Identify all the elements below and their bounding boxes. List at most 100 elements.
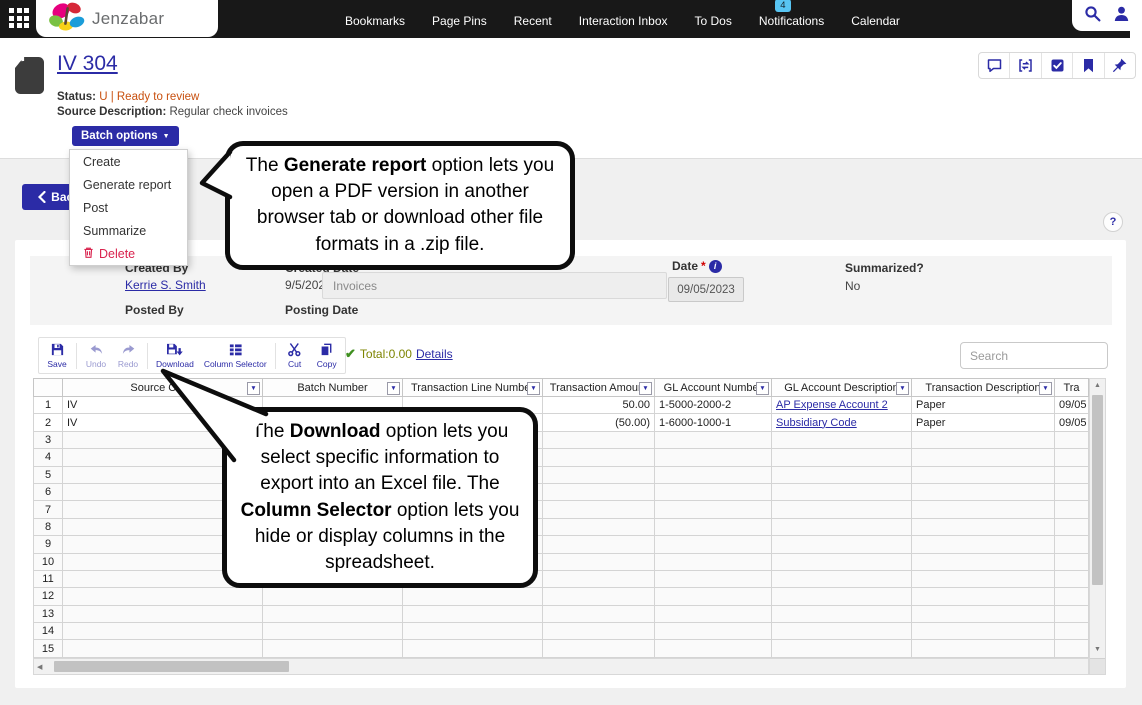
table-cell[interactable]: [1055, 640, 1089, 657]
filter-icon[interactable]: [247, 382, 260, 395]
table-cell[interactable]: [543, 588, 655, 605]
table-cell[interactable]: [772, 432, 912, 449]
row-number-cell[interactable]: 1: [33, 397, 63, 414]
table-cell[interactable]: [1055, 588, 1089, 605]
table-cell[interactable]: [912, 536, 1055, 553]
table-cell[interactable]: 09/05: [1055, 414, 1089, 431]
table-cell[interactable]: [543, 432, 655, 449]
save-button[interactable]: Save: [41, 340, 73, 371]
horizontal-scrollbar[interactable]: ◀: [33, 658, 1089, 675]
table-cell[interactable]: [655, 501, 772, 518]
nav-recent[interactable]: Recent: [514, 10, 552, 28]
column-header[interactable]: [33, 378, 63, 397]
comment-icon[interactable]: [979, 53, 1009, 78]
menu-item-generate-report[interactable]: Generate report: [70, 173, 187, 196]
table-cell[interactable]: [263, 623, 403, 640]
gl-account-link[interactable]: AP Expense Account 2: [776, 399, 888, 411]
table-cell[interactable]: [1055, 571, 1089, 588]
gl-account-link[interactable]: Subsidiary Code: [776, 417, 857, 429]
table-cell[interactable]: [1055, 623, 1089, 640]
table-cell[interactable]: [772, 484, 912, 501]
table-cell[interactable]: [63, 588, 263, 605]
table-cell[interactable]: [912, 519, 1055, 536]
row-number-cell[interactable]: 2: [33, 414, 63, 431]
table-cell[interactable]: [912, 449, 1055, 466]
table-cell[interactable]: [543, 606, 655, 623]
table-cell[interactable]: [655, 606, 772, 623]
scroll-up-icon[interactable]: ▲: [1090, 382, 1105, 389]
batch-options-button[interactable]: Batch options▼: [72, 126, 179, 146]
app-launcher-icon[interactable]: [9, 8, 31, 30]
table-cell[interactable]: [543, 571, 655, 588]
row-number-cell[interactable]: 6: [33, 484, 63, 501]
table-cell[interactable]: [772, 449, 912, 466]
table-cell[interactable]: [543, 519, 655, 536]
table-cell[interactable]: [403, 640, 543, 657]
table-cell[interactable]: 09/05: [1055, 397, 1089, 414]
table-cell[interactable]: [655, 467, 772, 484]
menu-item-summarize[interactable]: Summarize: [70, 219, 187, 242]
table-cell[interactable]: [63, 606, 263, 623]
row-number-cell[interactable]: 13: [33, 606, 63, 623]
menu-item-create[interactable]: Create: [70, 150, 187, 173]
undo-button[interactable]: Undo: [80, 340, 112, 371]
details-link[interactable]: Details: [416, 347, 453, 361]
bookmark-icon[interactable]: [1072, 53, 1103, 78]
column-header[interactable]: Transaction Line Number: [403, 378, 543, 397]
table-cell[interactable]: Paper: [912, 397, 1055, 414]
scroll-down-icon[interactable]: ▼: [1090, 646, 1105, 653]
row-number-cell[interactable]: 10: [33, 554, 63, 571]
table-cell[interactable]: [1055, 432, 1089, 449]
table-cell[interactable]: [772, 519, 912, 536]
scroll-left-icon[interactable]: ◀: [37, 663, 42, 671]
menu-item-post[interactable]: Post: [70, 196, 187, 219]
table-cell[interactable]: [655, 432, 772, 449]
redo-button[interactable]: Redo: [112, 340, 144, 371]
user-profile-icon[interactable]: [1113, 5, 1130, 27]
row-number-cell[interactable]: 12: [33, 588, 63, 605]
table-cell[interactable]: [1055, 554, 1089, 571]
table-cell[interactable]: [1055, 536, 1089, 553]
table-cell[interactable]: [655, 623, 772, 640]
interactions-icon[interactable]: [1009, 53, 1040, 78]
download-button[interactable]: Download: [151, 340, 199, 371]
table-cell[interactable]: [912, 467, 1055, 484]
table-cell[interactable]: [1055, 606, 1089, 623]
table-cell[interactable]: [543, 640, 655, 657]
brand-logo-tab[interactable]: Jenzabar: [36, 0, 218, 37]
table-cell[interactable]: [912, 623, 1055, 640]
table-cell[interactable]: 1-5000-2000-2: [655, 397, 772, 414]
filter-icon[interactable]: [756, 382, 769, 395]
table-cell[interactable]: [543, 449, 655, 466]
table-cell[interactable]: [772, 536, 912, 553]
grid-search-input[interactable]: [960, 342, 1108, 369]
created-by-link[interactable]: Kerrie S. Smith: [125, 278, 206, 292]
table-cell[interactable]: [772, 623, 912, 640]
table-cell[interactable]: (50.00): [543, 414, 655, 431]
nav-bookmarks[interactable]: Bookmarks: [345, 10, 405, 28]
table-cell[interactable]: [655, 536, 772, 553]
table-cell[interactable]: [772, 554, 912, 571]
column-selector-button[interactable]: Column Selector: [199, 340, 272, 371]
nav-interaction-inbox[interactable]: Interaction Inbox: [579, 10, 668, 28]
filter-icon[interactable]: [387, 382, 400, 395]
table-cell[interactable]: [772, 467, 912, 484]
row-number-cell[interactable]: 15: [33, 640, 63, 657]
table-cell[interactable]: [1055, 484, 1089, 501]
table-cell[interactable]: [543, 484, 655, 501]
table-cell[interactable]: [263, 640, 403, 657]
column-header[interactable]: GL Account Number: [655, 378, 772, 397]
table-cell[interactable]: [655, 571, 772, 588]
help-icon[interactable]: ?: [1103, 212, 1123, 232]
table-cell[interactable]: [655, 449, 772, 466]
table-cell[interactable]: [655, 640, 772, 657]
table-cell[interactable]: [912, 588, 1055, 605]
table-cell[interactable]: [63, 640, 263, 657]
table-cell[interactable]: [263, 606, 403, 623]
table-cell[interactable]: [912, 501, 1055, 518]
table-cell[interactable]: [912, 571, 1055, 588]
table-cell[interactable]: [403, 623, 543, 640]
nav-to-dos[interactable]: To Dos: [695, 10, 732, 28]
table-cell[interactable]: [655, 484, 772, 501]
table-cell[interactable]: [1055, 449, 1089, 466]
